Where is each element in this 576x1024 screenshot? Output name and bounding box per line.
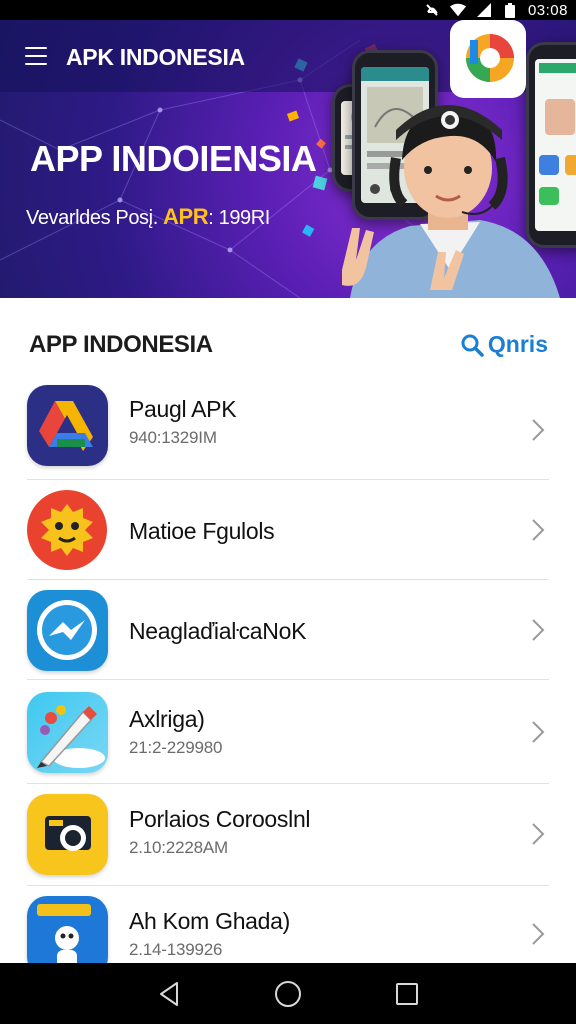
chevron-right-icon (532, 823, 545, 845)
app-title: APK INDONESIA (66, 44, 245, 70)
hero-subline-highlight: APR (163, 204, 209, 229)
chevron-right-icon (532, 923, 545, 945)
app-name: NeaglaďiaŀcaNoK (129, 618, 307, 644)
signal-icon (476, 3, 492, 17)
home-circle-icon (274, 980, 301, 1007)
app-name: Ah Kom Ghada) (129, 908, 291, 934)
app-meta: 2.10:2228AM (129, 838, 228, 857)
smiley-face-icon (27, 490, 108, 571)
list-item[interactable]: Porlaios Corooslnl 2.10:2228AM (0, 784, 576, 886)
hero-headline: APP INDOIENSIA (30, 138, 317, 179)
app-meta: 2.14-139926 (129, 940, 223, 959)
wifi-icon (449, 3, 466, 17)
colorful-app-logo (450, 20, 526, 98)
chevron-right-icon (532, 619, 545, 641)
back-triangle-icon (160, 981, 179, 1006)
list-item[interactable]: Paugl APK 940:1329IM (0, 368, 576, 480)
app-meta: 21:2-229980 (129, 738, 223, 757)
status-bar: 03:08 (0, 0, 576, 20)
list-item[interactable]: NeaglaďiaŀcaNoK (0, 580, 576, 680)
app-name: Porlaios Corooslnl (129, 806, 311, 832)
search-icon (461, 334, 484, 357)
hero-subline: Vevarldes Posį. APR: 199RI (26, 204, 270, 230)
app-meta: 940:1329IM (129, 428, 217, 447)
app-name: Axlriga) (129, 706, 205, 732)
hero-subline-prefix: Vevarldes Posį. (26, 207, 158, 229)
hamburger-menu-icon[interactable] (25, 47, 47, 65)
chevron-right-icon (532, 721, 545, 743)
person-illustration (342, 105, 560, 298)
chevron-right-icon (532, 519, 545, 541)
navigation-bar (0, 963, 576, 1024)
clock: 03:08 (527, 1, 568, 19)
section-header: APP INDONESIA Qnris (0, 298, 576, 368)
chevron-right-icon (532, 419, 545, 441)
list-item[interactable]: Matioe Fgulols (0, 480, 576, 580)
battery-icon (502, 2, 518, 18)
messenger-bolt-icon (27, 590, 108, 671)
camera-card-icon (27, 794, 108, 875)
hero-banner: APK INDONESIA APP INDOIENSIA Vevarldes P… (0, 20, 576, 298)
no-notification-icon (424, 3, 440, 17)
pencil-brush-icon (27, 692, 108, 773)
search-link[interactable]: Qnris (460, 331, 548, 358)
list-item[interactable]: Axlriga) 21:2-229980 (0, 680, 576, 784)
section-title: APP INDONESIA (29, 331, 213, 358)
app-name: Matioe Fgulols (129, 518, 275, 544)
app-list: Paugl APK 940:1329IM Matioe Fgulols Neag… (0, 368, 576, 977)
list-item[interactable]: Ah Kom Ghada) 2.14-139926 (0, 886, 576, 977)
app-name: Paugl APK (129, 396, 237, 422)
home-button[interactable] (273, 979, 303, 1009)
recents-button[interactable] (392, 979, 422, 1009)
hero-subline-suffix: : 199RI (208, 207, 270, 229)
drive-triangle-icon (27, 385, 108, 466)
recents-square-icon (395, 982, 418, 1005)
back-button[interactable] (154, 979, 184, 1009)
search-label: Qnris (487, 331, 548, 357)
